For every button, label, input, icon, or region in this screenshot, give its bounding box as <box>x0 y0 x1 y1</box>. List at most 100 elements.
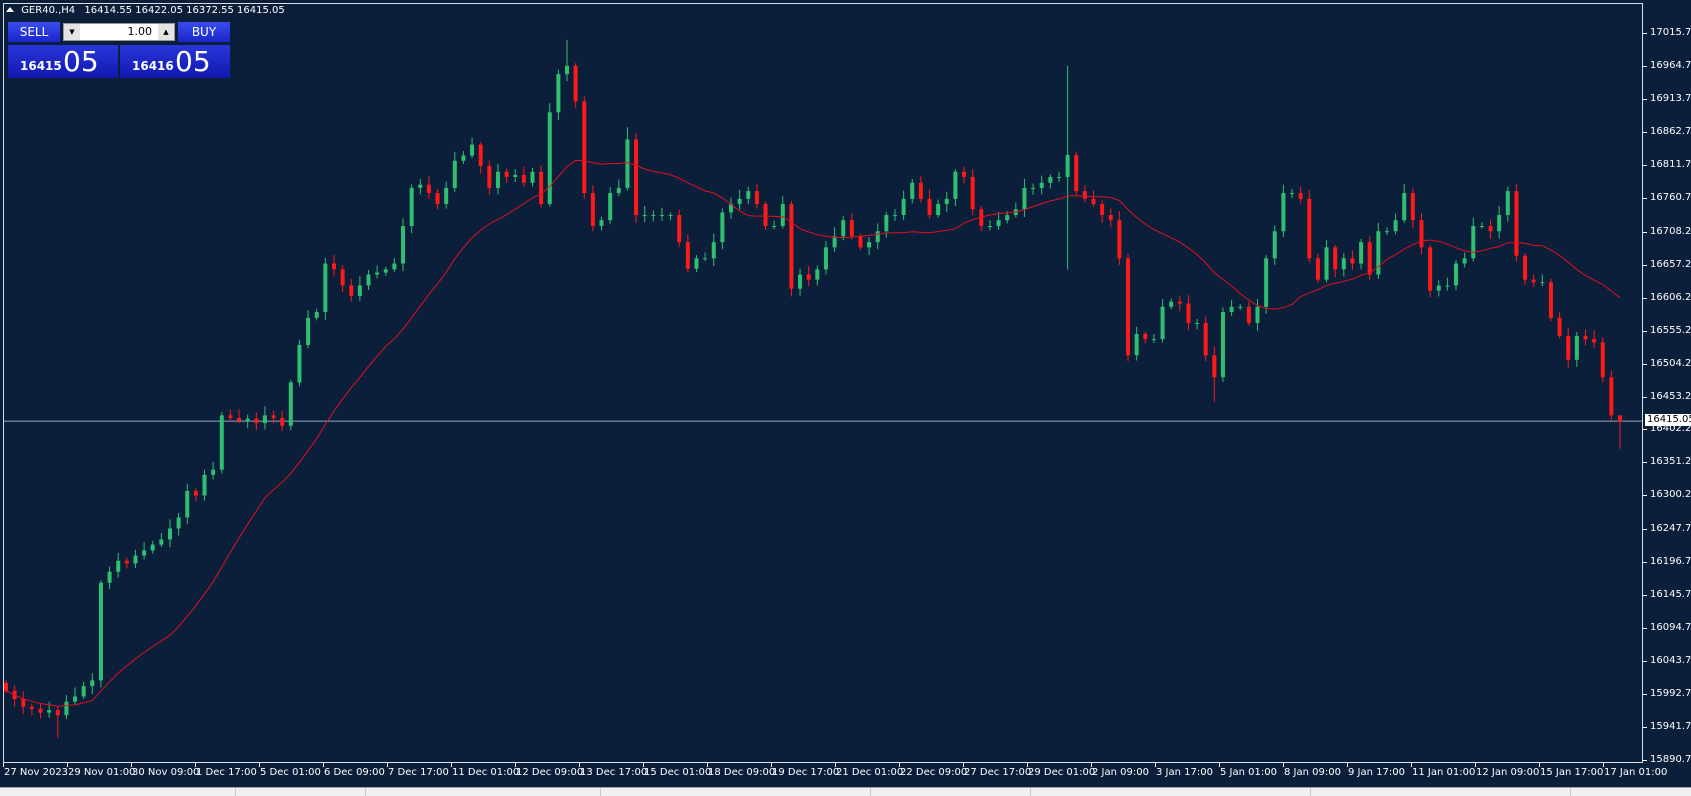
price-tick <box>1643 760 1647 761</box>
bullish-candle <box>1255 306 1260 323</box>
bullish-candle <box>815 269 820 280</box>
bearish-candle <box>634 139 639 216</box>
price-tick <box>1643 595 1647 597</box>
time-tick-label: 11 Jan 01:00 <box>1412 767 1476 778</box>
bullish-candle <box>202 474 207 496</box>
bullish-candle <box>262 415 267 424</box>
buy-button[interactable]: BUY <box>178 22 230 42</box>
price-tick-label: 16657.20 <box>1650 258 1691 270</box>
time-tick-label: 3 Jan 17:00 <box>1156 767 1213 778</box>
price-tick <box>1643 297 1647 299</box>
bearish-candle <box>1609 377 1614 416</box>
bearish-candle <box>1600 342 1605 378</box>
bearish-candle <box>754 191 759 205</box>
bullish-candle <box>47 710 52 713</box>
bullish-candle <box>461 155 466 161</box>
chart-window[interactable]: GER40.,H4 16414.55 16422.05 16372.55 164… <box>0 0 1691 787</box>
lot-size-input[interactable]: 1.00 <box>128 25 153 38</box>
bullish-candle <box>616 187 621 194</box>
price-tick-label: 16043.70 <box>1650 655 1691 667</box>
bullish-candle <box>495 171 500 188</box>
bullish-candle <box>703 258 708 260</box>
time-tick-label: 27 Dec 17:00 <box>964 767 1032 778</box>
price-tick <box>1643 661 1647 663</box>
time-tick-label: 19 Dec 17:00 <box>772 767 840 778</box>
bullish-candle <box>150 544 155 551</box>
bullish-candle <box>1384 231 1389 233</box>
bullish-candle <box>737 198 742 205</box>
bullish-candle <box>823 247 828 270</box>
bullish-candle <box>98 582 103 681</box>
symbol-label: GER40.,H4 <box>21 5 76 16</box>
bullish-candle <box>1134 333 1139 356</box>
bearish-candle <box>1333 247 1338 270</box>
bullish-candle <box>832 236 837 248</box>
bullish-candle <box>1238 306 1243 308</box>
bearish-candle <box>806 274 811 280</box>
bullish-candle <box>211 469 216 475</box>
time-tick-label: 12 Dec 09:00 <box>516 767 584 778</box>
bullish-candle <box>176 517 181 529</box>
bullish-candle <box>1005 215 1010 221</box>
bullish-candle <box>659 215 664 217</box>
price-chart[interactable] <box>0 0 1691 787</box>
price-tick <box>1643 462 1647 464</box>
collapse-triangle-icon[interactable] <box>6 7 14 12</box>
time-tick-label: 15 Dec 01:00 <box>644 767 712 778</box>
bullish-candle <box>910 182 915 199</box>
lot-decrease-icon[interactable]: ▼ <box>64 24 80 40</box>
bullish-candle <box>892 215 897 217</box>
bearish-candle <box>1246 306 1251 323</box>
bullish-candle <box>1471 226 1476 259</box>
price-tick-label: 16862.70 <box>1650 125 1691 137</box>
bullish-candle <box>297 344 302 383</box>
price-tick-label: 16300.20 <box>1650 489 1691 501</box>
bearish-candle <box>1531 279 1536 283</box>
bullish-candle <box>1540 282 1545 284</box>
time-tick-label: 6 Dec 09:00 <box>324 767 385 778</box>
bullish-candle <box>1445 285 1450 287</box>
lot-increase-icon[interactable]: ▲ <box>158 24 174 40</box>
bullish-candle <box>383 269 388 273</box>
time-tick-label: 13 Dec 17:00 <box>580 767 648 778</box>
price-tick <box>1643 197 1647 199</box>
bullish-candle <box>142 550 147 556</box>
bullish-candle <box>1031 187 1036 189</box>
buy-price-button[interactable]: 16416 05 <box>120 45 230 78</box>
bearish-candle <box>849 220 854 237</box>
price-tick <box>1643 264 1647 266</box>
bearish-candle <box>124 560 129 564</box>
bearish-candle <box>1186 303 1191 323</box>
sell-price-button[interactable]: 16415 05 <box>8 45 118 78</box>
time-tick-label: 21 Dec 01:00 <box>836 767 904 778</box>
price-tick <box>1643 65 1647 67</box>
sell-button[interactable]: SELL <box>8 22 60 42</box>
bearish-candle <box>237 417 242 421</box>
bullish-candle <box>875 231 880 243</box>
bullish-candle <box>720 212 725 243</box>
bearish-candle <box>970 176 975 210</box>
bearish-candle <box>582 101 587 194</box>
ohlc-readout: 16414.55 16422.05 16372.55 16415.05 <box>84 5 285 16</box>
price-tick <box>1643 363 1647 365</box>
bearish-candle <box>1557 317 1562 336</box>
bullish-candle <box>1436 285 1441 291</box>
bullish-candle <box>64 701 69 716</box>
bullish-candle <box>798 274 803 289</box>
bullish-candle <box>651 215 656 217</box>
bullish-candle <box>556 74 561 113</box>
bearish-candle <box>487 165 492 188</box>
lot-size-stepper[interactable]: ▼ 1.00 ▲ <box>63 23 175 41</box>
time-tick-label: 1 Dec 17:00 <box>196 767 257 778</box>
bullish-candle <box>936 204 941 216</box>
bullish-candle <box>245 418 250 421</box>
bearish-candle <box>1117 220 1122 259</box>
bearish-candle <box>763 204 768 227</box>
bullish-candle <box>841 220 846 237</box>
price-tick <box>1643 131 1647 133</box>
bearish-candle <box>340 269 345 286</box>
one-click-trading-panel: SELL ▼ 1.00 ▲ BUY 16415 05 16416 05 <box>8 22 230 78</box>
bullish-candle <box>565 65 570 75</box>
price-tick <box>1643 164 1647 166</box>
current-price-label: 16415.05 <box>1645 414 1691 426</box>
